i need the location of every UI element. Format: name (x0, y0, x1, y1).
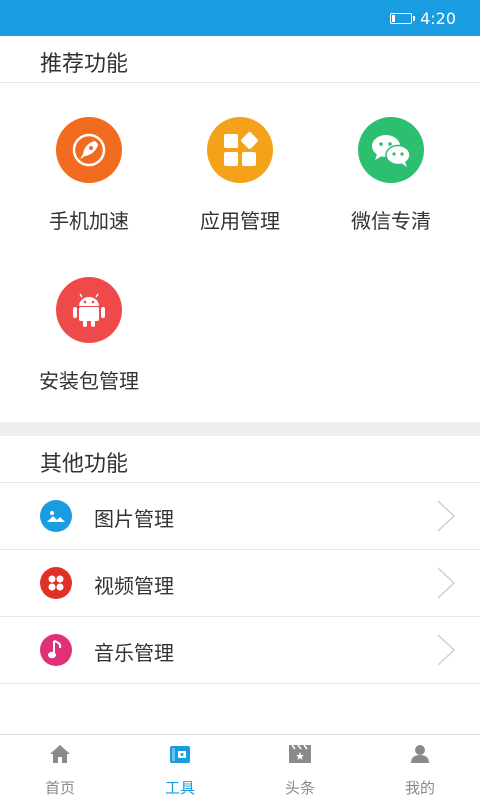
status-bar: 4:20 (0, 0, 480, 36)
chevron-right-icon (436, 566, 456, 604)
list-item-video-management[interactable]: 视频管理 (0, 550, 480, 616)
android-icon (56, 277, 122, 343)
list-item-label: 音乐管理 (94, 641, 174, 665)
nav-tab-tools[interactable]: 工具 (120, 735, 240, 801)
feature-label: 应用管理 (200, 209, 280, 233)
person-icon (360, 743, 480, 765)
clapperboard-icon (240, 743, 360, 765)
feature-label: 安装包管理 (39, 369, 139, 393)
nav-tab-home[interactable]: 首页 (0, 735, 120, 801)
recommended-section-title: 推荐功能 (40, 52, 129, 77)
nav-label: 我的 (404, 779, 435, 797)
section-divider (0, 82, 480, 83)
feature-label: 手机加速 (49, 209, 129, 233)
feature-phone-speedup[interactable]: 手机加速 (14, 117, 164, 234)
list-item-picture-management[interactable]: 图片管理 (0, 483, 480, 549)
row-divider (0, 683, 480, 684)
list-item-label: 图片管理 (94, 507, 174, 531)
bottom-navigation: 首页 工具 头条 我的 (0, 734, 480, 801)
list-item-music-management[interactable]: 音乐管理 (0, 617, 480, 683)
picture-icon (40, 500, 72, 532)
list-item-label: 视频管理 (94, 574, 174, 598)
feature-apk-management[interactable]: 安装包管理 (14, 277, 164, 394)
nav-tab-headlines[interactable]: 头条 (240, 735, 360, 801)
section-separator (0, 422, 480, 436)
status-indicators: 4:20 (390, 0, 456, 36)
feature-app-management[interactable]: 应用管理 (165, 117, 315, 234)
music-note-icon (40, 634, 72, 666)
other-section-title: 其他功能 (40, 452, 129, 477)
home-icon (0, 743, 120, 765)
feature-label: 微信专清 (351, 209, 431, 233)
nav-label: 头条 (284, 779, 315, 797)
wechat-icon (358, 117, 424, 183)
chevron-right-icon (436, 499, 456, 537)
status-time: 4:20 (420, 8, 456, 28)
chevron-right-icon (436, 633, 456, 671)
nav-label: 首页 (44, 779, 75, 797)
nav-label: 工具 (164, 779, 195, 797)
toolbox-icon (120, 743, 240, 765)
film-reel-icon (40, 567, 72, 599)
nav-tab-profile[interactable]: 我的 (360, 735, 480, 801)
feature-wechat-clean[interactable]: 微信专清 (316, 117, 466, 234)
apps-grid-icon (207, 117, 273, 183)
rocket-icon (56, 117, 122, 183)
battery-icon (390, 12, 416, 24)
